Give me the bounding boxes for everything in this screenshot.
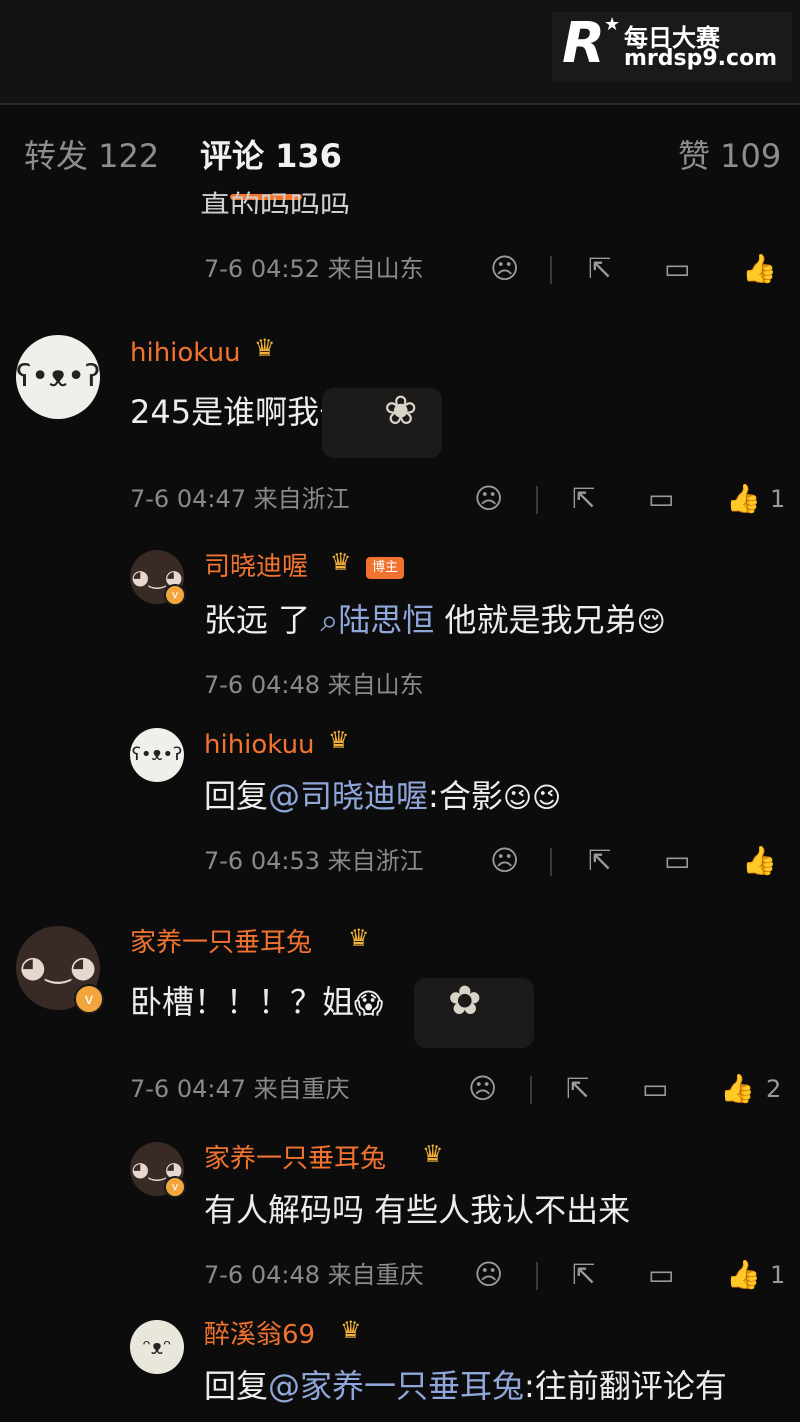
divider <box>530 1076 532 1104</box>
frown-face-icon[interactable]: ☹ <box>490 844 519 878</box>
crown-icon: ♛ <box>254 334 276 362</box>
comment-bubble-icon[interactable]: ▭ <box>642 1072 668 1106</box>
crown-icon: ♛ <box>348 924 370 952</box>
sticker: ❀ <box>322 388 442 458</box>
comment-text-body: 卧槽！！！？姐 <box>130 983 355 1021</box>
comment-meta: 7-6 04:52 来自山东 <box>204 255 424 283</box>
share-icon[interactable]: ⇱ <box>588 844 611 878</box>
username[interactable]: 家养一只垂耳兔 <box>130 926 312 960</box>
crown-icon: ♛ <box>340 1316 362 1344</box>
like-count: 2 <box>766 1075 782 1103</box>
crown-icon: ♛ <box>330 548 352 576</box>
comment-text: 卧槽！！！？姐😱 <box>130 980 383 1026</box>
share-icon[interactable]: ⇱ <box>572 482 595 516</box>
crown-icon: ♛ <box>422 1140 444 1168</box>
avatar[interactable]: ʕ•ᴥ•ʔ <box>130 728 184 782</box>
comment-text-after: 他就是我兄弟 <box>434 601 637 639</box>
sticker: ✿ <box>414 978 534 1048</box>
username[interactable]: 司晓迪喔 <box>204 550 308 584</box>
avatar[interactable]: ᵔᴥᵔ <box>130 1320 184 1374</box>
thumbs-up-icon[interactable]: 👍 <box>720 1072 755 1106</box>
wink-emoji-icon: 😉😉 <box>502 781 562 814</box>
frown-face-icon[interactable]: ☹ <box>468 1072 497 1106</box>
divider <box>536 1262 538 1290</box>
share-icon[interactable]: ⇱ <box>588 252 611 286</box>
username[interactable]: 家养一只垂耳兔 <box>204 1142 386 1176</box>
divider <box>0 103 800 105</box>
comment-bubble-icon[interactable]: ▭ <box>664 252 690 286</box>
watermark-url: mrdsp9.com <box>624 46 778 71</box>
owner-badge: 博主 <box>366 557 405 579</box>
scream-emoji-icon: 😱 <box>354 987 384 1020</box>
thumbs-up-icon[interactable]: 👍 <box>742 844 777 878</box>
username[interactable]: hihiokuu <box>204 728 315 762</box>
tab-repost[interactable]: 转发 122 <box>24 134 159 178</box>
like-count: 1 <box>770 485 786 513</box>
tab-comments[interactable]: 评论 136 <box>200 134 342 178</box>
username[interactable]: hihiokuu <box>130 336 241 370</box>
avatar[interactable]: ʕ•ᴥ•ʔ <box>16 335 100 419</box>
comment-bubble-icon[interactable]: ▭ <box>648 1258 674 1292</box>
thumbs-up-icon[interactable]: 👍 <box>726 482 761 516</box>
verified-badge: v <box>164 1176 186 1198</box>
comment-bubble-icon[interactable]: ▭ <box>664 844 690 878</box>
frown-face-icon[interactable]: ☹ <box>490 252 519 286</box>
username[interactable]: 醉溪翁69 <box>204 1318 315 1352</box>
comment-meta: 7-6 04:47 来自重庆 <box>130 1075 350 1103</box>
share-icon[interactable]: ⇱ <box>566 1072 589 1106</box>
sleepy-emoji-icon: 😌 <box>636 605 666 638</box>
reply-prefix: 回复 <box>204 777 269 815</box>
divider <box>536 486 538 514</box>
frown-face-icon[interactable]: ☹ <box>474 482 503 516</box>
watermark-logo: R <box>562 11 606 76</box>
comment-meta: 7-6 04:48 来自山东 <box>204 671 424 699</box>
tab-likes[interactable]: 赞 109 <box>678 134 781 178</box>
comment-bubble-icon[interactable]: ▭ <box>648 482 674 516</box>
comment-meta: 7-6 04:47 来自浙江 <box>130 485 350 513</box>
comment-text: 张远 了 ⌕陆思恒 他就是我兄弟😌 <box>204 598 666 644</box>
comment-text: 245是谁啊我去 <box>130 393 352 431</box>
comment-text: 回复@司晓迪喔:合影😉😉 <box>204 774 561 820</box>
verified-badge: v <box>164 584 186 606</box>
divider <box>550 848 552 876</box>
comment-text-after: :合影 <box>428 777 503 815</box>
comment-text-before: 张远 了 <box>204 601 311 639</box>
mention-link[interactable]: @家养一只垂耳兔 <box>268 1367 524 1405</box>
reply-prefix: 回复 <box>204 1367 269 1405</box>
crown-icon: ♛ <box>328 726 350 754</box>
like-count: 1 <box>770 1261 786 1289</box>
thumbs-up-icon[interactable]: 👍 <box>726 1258 761 1292</box>
mention-link[interactable]: @司晓迪喔 <box>268 777 428 815</box>
frown-face-icon[interactable]: ☹ <box>474 1258 503 1292</box>
comment-meta: 7-6 04:48 来自重庆 <box>204 1261 424 1289</box>
verified-badge: v <box>74 984 104 1014</box>
share-icon[interactable]: ⇱ <box>572 1258 595 1292</box>
mention-link[interactable]: 陆思恒 <box>338 601 434 639</box>
comment-meta: 7-6 04:53 来自浙江 <box>204 847 424 875</box>
comment-text: 回复@家养一只垂耳兔:往前翻评论有 <box>204 1364 727 1408</box>
star-icon: ★ <box>604 14 621 35</box>
divider <box>550 256 552 284</box>
comment-text-after: :往前翻评论有 <box>524 1367 727 1405</box>
comment-text-cut: 真的吗吗吗 <box>200 190 350 214</box>
search-icon: ⌕ <box>310 601 339 639</box>
thumbs-up-icon[interactable]: 👍 <box>742 252 777 286</box>
comment-text: 有人解码吗 有些人我认不出来 <box>204 1191 631 1229</box>
